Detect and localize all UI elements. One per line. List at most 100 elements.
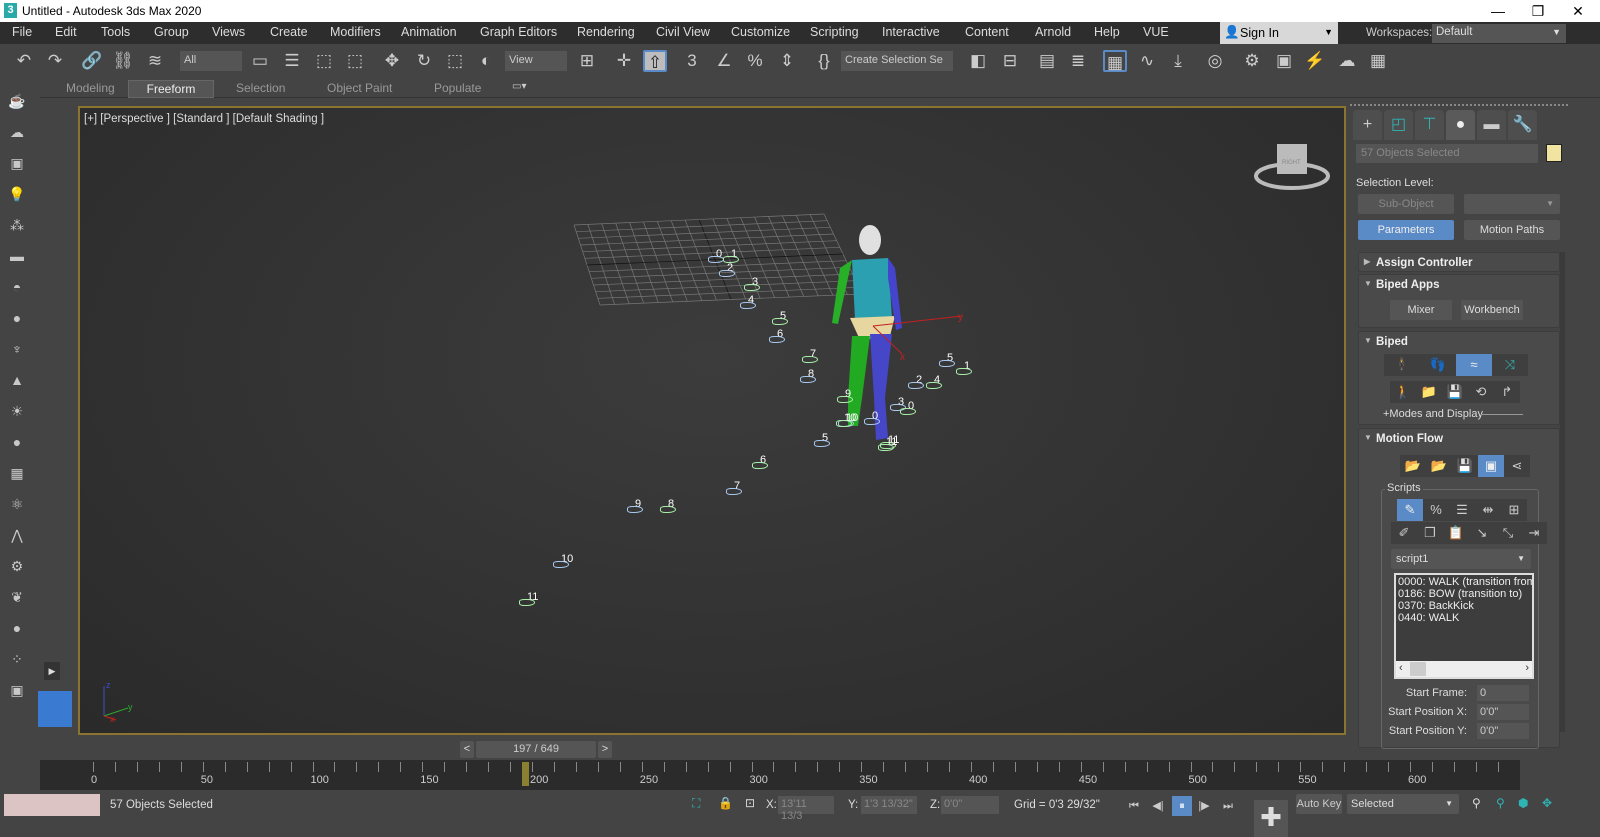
menu-help[interactable]: Help: [1094, 25, 1120, 39]
previous-key-icon[interactable]: ◀|: [1148, 796, 1168, 816]
footstep-9[interactable]: 9: [836, 388, 854, 403]
mixer-button[interactable]: Mixer: [1390, 300, 1452, 320]
next-frame-button[interactable]: >: [598, 741, 612, 758]
footstep-8[interactable]: 8: [799, 368, 817, 383]
append-file-icon[interactable]: 📂: [1426, 455, 1452, 477]
menu-edit[interactable]: Edit: [55, 25, 77, 39]
viewport-thumbnail[interactable]: [38, 691, 72, 727]
mixer-mode-icon[interactable]: ⤨: [1492, 354, 1528, 376]
menu-interactive[interactable]: Interactive: [882, 25, 940, 39]
rollout-title[interactable]: Motion Flow: [1359, 429, 1559, 449]
modify-tab-icon[interactable]: ◰: [1384, 110, 1413, 140]
lock-icon[interactable]: 🔒: [718, 796, 733, 810]
footstep-3[interactable]: 3: [889, 396, 907, 411]
create-transition-icon[interactable]: ↘: [1469, 522, 1495, 544]
select-manipulate-icon[interactable]: ✛: [612, 50, 636, 72]
show-graph-icon[interactable]: ▣: [1478, 455, 1504, 477]
cloud-icon[interactable]: ☁: [6, 121, 28, 143]
ball-icon[interactable]: ●: [6, 617, 28, 639]
ribbon-toggle-icon[interactable]: ▦: [1103, 50, 1127, 72]
tripod-icon[interactable]: ⋀: [6, 524, 28, 546]
footstep-2[interactable]: 2: [718, 262, 736, 277]
key-filter-select[interactable]: Selected ▼: [1347, 794, 1459, 814]
next-key-icon[interactable]: |▶: [1194, 796, 1214, 816]
render-icon[interactable]: ⚡: [1303, 50, 1327, 72]
script-list[interactable]: 0000: WALK (transition from 0186: BOW (t…: [1394, 573, 1534, 679]
footstep-mode-icon[interactable]: 👣: [1420, 354, 1456, 376]
start-position-y-spinner[interactable]: 0'0": [1477, 723, 1529, 739]
save-file-icon[interactable]: 💾: [1442, 381, 1468, 403]
menu-customize[interactable]: Customize: [731, 25, 790, 39]
grid-icon[interactable]: ▦: [6, 462, 28, 484]
isolate-selection-icon[interactable]: ⛶: [692, 796, 700, 811]
sun-icon[interactable]: ☀: [6, 400, 28, 422]
atom-icon[interactable]: ⚛: [6, 493, 28, 515]
motion-flow-graph-icon[interactable]: ⋖: [1504, 455, 1530, 477]
motion-flow-mode-icon[interactable]: ≈: [1456, 354, 1492, 376]
redo-icon[interactable]: ↷: [43, 50, 67, 72]
render-cloud-icon[interactable]: ☁: [1335, 50, 1359, 72]
move-clip-icon[interactable]: ⇥: [1521, 522, 1547, 544]
menu-views[interactable]: Views: [212, 25, 245, 39]
cone-icon[interactable]: ▲: [6, 369, 28, 391]
display-tab-icon[interactable]: ▬: [1477, 110, 1506, 140]
named-selection-set-select[interactable]: Create Selection Se: [841, 51, 953, 71]
x-coordinate-field[interactable]: 13'11 13/3: [778, 796, 834, 822]
tab-object-paint[interactable]: Object Paint: [319, 80, 400, 98]
dome-icon[interactable]: ◓: [6, 276, 28, 298]
bind-space-warp-icon[interactable]: ≋: [143, 50, 167, 72]
rollout-title[interactable]: Assign Controller: [1359, 253, 1559, 273]
modes-display-toggle[interactable]: +Modes and Display: [1383, 408, 1483, 420]
particles-icon[interactable]: ⁂: [6, 214, 28, 236]
undo-icon[interactable]: ↶: [12, 50, 36, 72]
object-name-field[interactable]: 57 Objects Selected: [1356, 144, 1538, 163]
figure-mode-icon[interactable]: 🕴: [1384, 354, 1420, 376]
link-icon[interactable]: 🔗: [80, 50, 104, 72]
move-icon[interactable]: ✥: [380, 50, 404, 72]
panel-scrollbar[interactable]: [1560, 252, 1565, 732]
motion-paths-button[interactable]: Motion Paths: [1464, 220, 1560, 240]
insert-clip-icon[interactable]: ☰: [1449, 499, 1475, 521]
playback-icon[interactable]: 🚶: [1390, 381, 1416, 403]
footstep-7[interactable]: 7: [801, 348, 819, 363]
sign-in-button[interactable]: 👤 Sign In ▼: [1220, 22, 1338, 44]
clipboard-icon[interactable]: 📋: [1443, 522, 1469, 544]
rendered-frame-icon[interactable]: ▣: [1272, 50, 1296, 72]
rollout-title[interactable]: Biped: [1359, 332, 1559, 352]
footstep-0[interactable]: 0: [863, 410, 881, 425]
select-by-name-icon[interactable]: ☰: [280, 50, 304, 72]
mirror-icon[interactable]: ◧: [966, 50, 990, 72]
viewport-layout-icon[interactable]: ▦: [1366, 50, 1390, 72]
delete-transition-icon[interactable]: ⤡: [1495, 522, 1521, 544]
schematic-view-icon[interactable]: ⤓: [1166, 50, 1190, 72]
material-editor-icon[interactable]: ◎: [1203, 50, 1227, 72]
menu-scripting[interactable]: Scripting: [810, 25, 859, 39]
zoom-icon[interactable]: ⚲: [1472, 796, 1481, 810]
gear-icon[interactable]: ⚙: [6, 555, 28, 577]
footstep-1[interactable]: 1: [722, 248, 740, 263]
sphere-icon[interactable]: ●: [6, 307, 28, 329]
rotate-icon[interactable]: ↻: [412, 50, 436, 72]
align-icon[interactable]: ⊟: [998, 50, 1022, 72]
panel-grip[interactable]: [1350, 104, 1568, 107]
parameters-button[interactable]: Parameters: [1358, 220, 1454, 240]
go-to-end-icon[interactable]: ⏭: [1218, 796, 1238, 816]
set-key-button[interactable]: ✚: [1254, 800, 1288, 837]
zoom-extents-icon[interactable]: ⬢: [1518, 796, 1528, 810]
render-setup-icon[interactable]: ⚙: [1240, 50, 1264, 72]
teapot-icon[interactable]: ☕: [6, 90, 28, 112]
footstep-0[interactable]: 0: [899, 400, 917, 415]
menu-tools[interactable]: Tools: [101, 25, 130, 39]
rollout-title[interactable]: Biped Apps: [1359, 275, 1559, 295]
snap-toggle-icon[interactable]: 3: [680, 50, 704, 72]
reference-coordinate-select[interactable]: View: [505, 51, 567, 71]
load-file-icon[interactable]: 📂: [1400, 455, 1426, 477]
maxscript-listener[interactable]: [4, 794, 100, 816]
menu-vue[interactable]: VUE: [1143, 25, 1169, 39]
menu-create[interactable]: Create: [270, 25, 308, 39]
footstep-9[interactable]: 9: [626, 498, 644, 513]
restore-button[interactable]: ❐: [1518, 1, 1558, 21]
selection-filter-select[interactable]: All: [180, 51, 242, 71]
list-item[interactable]: 0000: WALK (transition from: [1398, 576, 1532, 588]
layer-explorer-icon[interactable]: ≣: [1066, 50, 1090, 72]
